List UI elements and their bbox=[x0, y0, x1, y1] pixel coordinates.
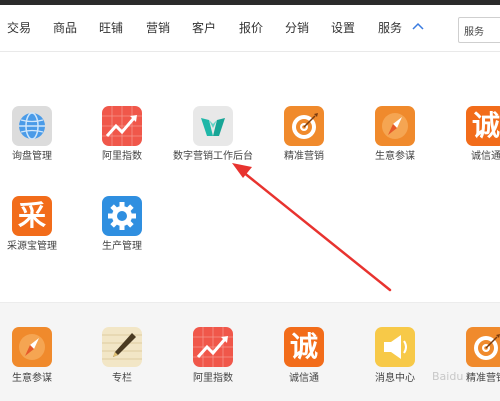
nav-item-distribution[interactable]: 分销 bbox=[285, 20, 309, 36]
app-business-advisor[interactable] bbox=[375, 106, 415, 146]
app-label: 采源宝管理 bbox=[7, 241, 57, 252]
compass-icon bbox=[382, 113, 408, 139]
top-navigation: 交易 商品 旺铺 营销 客户 报价 分销 设置 服务 服务 bbox=[0, 5, 500, 52]
quick-app-label: 专栏 bbox=[112, 373, 132, 384]
quick-apps-section: 生意参谋 专栏 阿里指数 诚 诚信通 消息中心 精准营 bbox=[0, 302, 500, 401]
app-digital-marketing-console[interactable] bbox=[193, 106, 233, 146]
app-label: 精准营销 bbox=[284, 151, 324, 162]
compass-icon bbox=[19, 334, 45, 360]
trend-chart-icon bbox=[102, 106, 142, 146]
nav-item-shop[interactable]: 旺铺 bbox=[99, 20, 123, 36]
nav-item-products[interactable]: 商品 bbox=[53, 20, 77, 36]
quick-app-business-advisor[interactable] bbox=[12, 327, 52, 367]
target-icon bbox=[292, 113, 318, 139]
app-label: 生意参谋 bbox=[375, 151, 415, 162]
nav-item-services[interactable]: 服务 bbox=[378, 20, 402, 36]
chevron-up-icon[interactable] bbox=[411, 20, 425, 34]
quick-app-ali-index[interactable] bbox=[193, 327, 233, 367]
speaker-icon bbox=[384, 335, 407, 359]
app-label: 生产管理 bbox=[102, 241, 142, 252]
app-chengxintong[interactable]: 诚 bbox=[466, 106, 500, 146]
app-label: 数字营销工作后台 bbox=[173, 151, 253, 162]
app-precision-marketing[interactable] bbox=[284, 106, 324, 146]
quick-app-label: 阿里指数 bbox=[193, 373, 233, 384]
target-icon bbox=[474, 334, 500, 360]
nav-item-quotes[interactable]: 报价 bbox=[239, 20, 263, 36]
quick-app-message-center[interactable] bbox=[375, 327, 415, 367]
quick-app-chengxintong[interactable]: 诚 bbox=[284, 327, 324, 367]
service-select[interactable]: 服务 bbox=[458, 17, 500, 43]
watermark: Baidu bbox=[432, 370, 464, 383]
app-production-management[interactable] bbox=[102, 196, 142, 236]
quick-app-label: 消息中心 bbox=[375, 373, 415, 384]
trend-chart-icon bbox=[193, 327, 233, 367]
app-ali-index[interactable] bbox=[102, 106, 142, 146]
quick-app-label: 诚信通 bbox=[289, 373, 319, 384]
quick-app-label: 生意参谋 bbox=[12, 373, 52, 384]
app-label: 阿里指数 bbox=[102, 151, 142, 162]
app-label: 诚信通 bbox=[471, 151, 500, 162]
nav-item-settings[interactable]: 设置 bbox=[331, 20, 355, 36]
app-label: 询盘管理 bbox=[12, 151, 52, 162]
app-caiyuanbao-management[interactable]: 采 bbox=[12, 196, 52, 236]
gear-icon bbox=[108, 202, 136, 230]
app-inquiry-management[interactable] bbox=[12, 106, 52, 146]
teal-logo-icon bbox=[201, 118, 225, 136]
nav-item-customers[interactable]: 客户 bbox=[192, 20, 216, 36]
globe-icon bbox=[19, 112, 45, 140]
cheng-badge-icon: 诚 bbox=[471, 109, 500, 142]
quick-app-column[interactable] bbox=[102, 327, 142, 367]
nav-item-marketing[interactable]: 营销 bbox=[146, 20, 170, 36]
pen-icon bbox=[102, 333, 142, 360]
nav-item-trade[interactable]: 交易 bbox=[7, 20, 31, 36]
cai-badge-icon: 采 bbox=[17, 199, 46, 232]
cheng-badge-icon: 诚 bbox=[289, 330, 318, 363]
quick-app-precision-marketing[interactable] bbox=[466, 327, 500, 367]
app-grid-section: 询盘管理 阿里指数 数字营销工作后台 精准营销 生意参谋 诚 诚信通 采 采源宝… bbox=[0, 52, 500, 302]
